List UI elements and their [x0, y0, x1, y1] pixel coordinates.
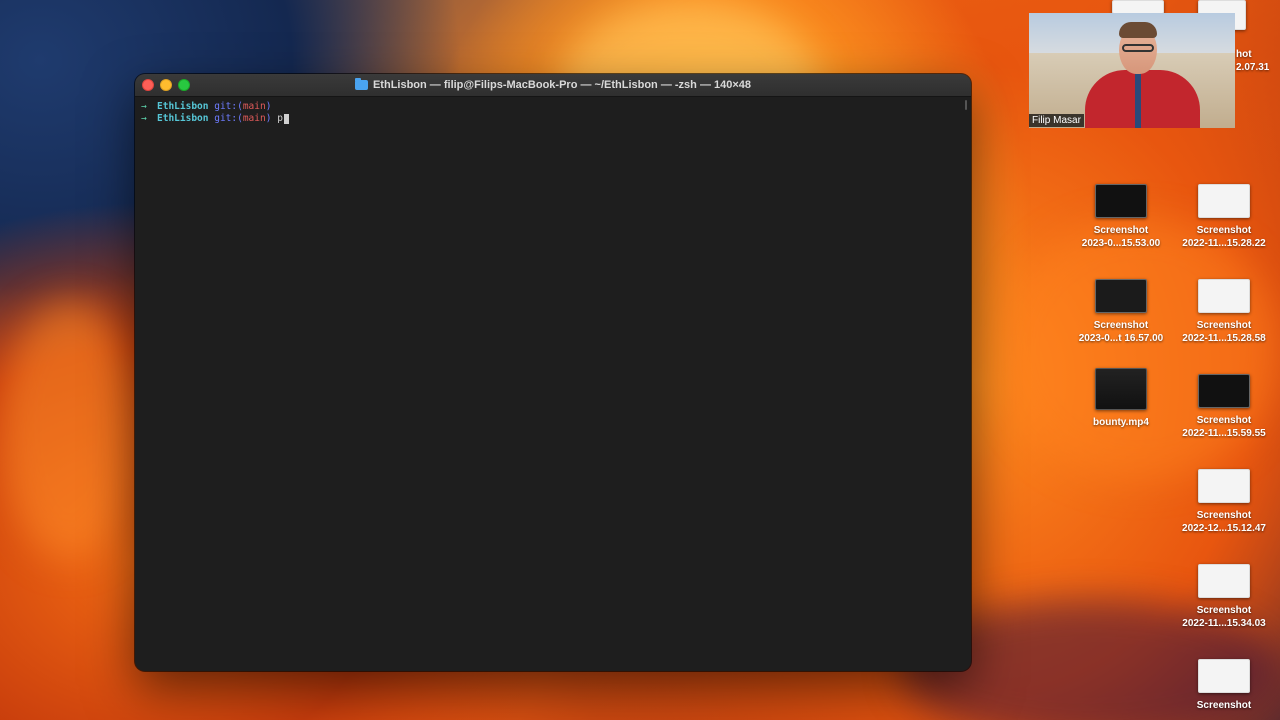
close-button[interactable]: [142, 79, 154, 91]
file-name: Screenshot 2022-11...15.28.22: [1182, 225, 1266, 249]
prompt-arrow: →: [141, 113, 147, 124]
desktop-icon-screenshot[interactable]: Screenshot 2022-12...15.12.47: [1176, 469, 1272, 535]
prompt-git-close: ): [265, 101, 272, 112]
desktop-icon-screenshot[interactable]: Screenshot: [1176, 659, 1272, 712]
file-thumbnail: [1198, 184, 1250, 218]
file-thumbnail: [1198, 279, 1250, 313]
window-title: EthLisbon — filip@Filips-MacBook-Pro — ~…: [354, 78, 752, 91]
text-cursor: [283, 114, 289, 124]
desktop-icon-screenshot[interactable]: Screenshot 2023-0...t 16.57.00: [1073, 279, 1169, 345]
prompt-directory: EthLisbon: [157, 113, 209, 124]
desktop-icon-screenshot[interactable]: Screenshot 2022-11...15.28.58: [1176, 279, 1272, 345]
desktop-icon-screenshot[interactable]: Screenshot 2022-11...15.34.03: [1176, 564, 1272, 630]
desktop-icon-label[interactable]: hot 2.07.31: [1236, 48, 1269, 74]
person-hoodie: [1085, 70, 1200, 128]
file-thumbnail: [1095, 184, 1147, 218]
scrollbar[interactable]: [965, 100, 967, 110]
file-name: Screenshot: [1196, 700, 1252, 711]
prompt-git-branch: main: [242, 101, 266, 112]
minimize-button[interactable]: [160, 79, 172, 91]
window-controls: [142, 79, 190, 91]
file-name: Screenshot 2022-12...15.12.47: [1182, 510, 1266, 534]
terminal-line: → EthLisbon git:(main) p: [141, 113, 965, 125]
file-thumbnail: [1198, 469, 1250, 503]
prompt-git-label: git:(: [214, 101, 243, 112]
file-thumbnail: [1198, 659, 1250, 693]
desktop-icon-screenshot[interactable]: Screenshot 2022-11...15.28.22: [1176, 184, 1272, 250]
terminal-titlebar[interactable]: EthLisbon — filip@Filips-MacBook-Pro — ~…: [135, 74, 971, 97]
person-lanyard: [1135, 72, 1141, 128]
command-input[interactable]: p: [277, 113, 283, 125]
prompt-git-label: git:(: [214, 113, 243, 124]
file-name: Screenshot 2023-0...15.53.00: [1081, 225, 1161, 249]
folder-icon: [354, 78, 368, 90]
person-glasses: [1122, 44, 1154, 52]
prompt-git-branch: main: [242, 113, 266, 124]
file-name: bounty.mp4: [1093, 417, 1149, 428]
file-name: Screenshot 2022-11...15.34.03: [1182, 605, 1266, 629]
terminal-content[interactable]: → EthLisbon git:(main) → EthLisbon git:(…: [135, 97, 971, 129]
desktop-icon-screenshot[interactable]: Screenshot 2022-11...15.59.55: [1176, 374, 1272, 440]
desktop-icon-video[interactable]: bounty.mp4: [1073, 368, 1169, 429]
desktop-thumbnail[interactable]: [1112, 0, 1164, 14]
file-name: Screenshot 2023-0...t 16.57.00: [1078, 320, 1164, 344]
prompt-arrow: →: [141, 101, 147, 112]
person-hair: [1119, 22, 1157, 38]
window-title-text: EthLisbon — filip@Filips-MacBook-Pro — ~…: [372, 79, 752, 91]
file-thumbnail: [1198, 374, 1250, 408]
file-thumbnail: [1198, 564, 1250, 598]
terminal-window[interactable]: EthLisbon — filip@Filips-MacBook-Pro — ~…: [135, 74, 971, 671]
wallpaper-highlight: [0, 300, 140, 560]
wallpaper-highlight: [1000, 220, 1280, 480]
terminal-line: → EthLisbon git:(main): [141, 101, 965, 113]
file-name: Screenshot 2022-11...15.59.55: [1182, 415, 1266, 439]
zoom-button[interactable]: [178, 79, 190, 91]
desktop-icon-screenshot[interactable]: Screenshot 2023-0...15.53.00: [1073, 184, 1169, 250]
prompt-directory: EthLisbon: [157, 101, 209, 112]
file-name: Screenshot 2022-11...15.28.58: [1182, 320, 1266, 344]
file-thumbnail: [1095, 279, 1147, 313]
video-thumbnail: [1095, 368, 1147, 410]
webcam-name-label: Filip Masar: [1029, 114, 1084, 127]
